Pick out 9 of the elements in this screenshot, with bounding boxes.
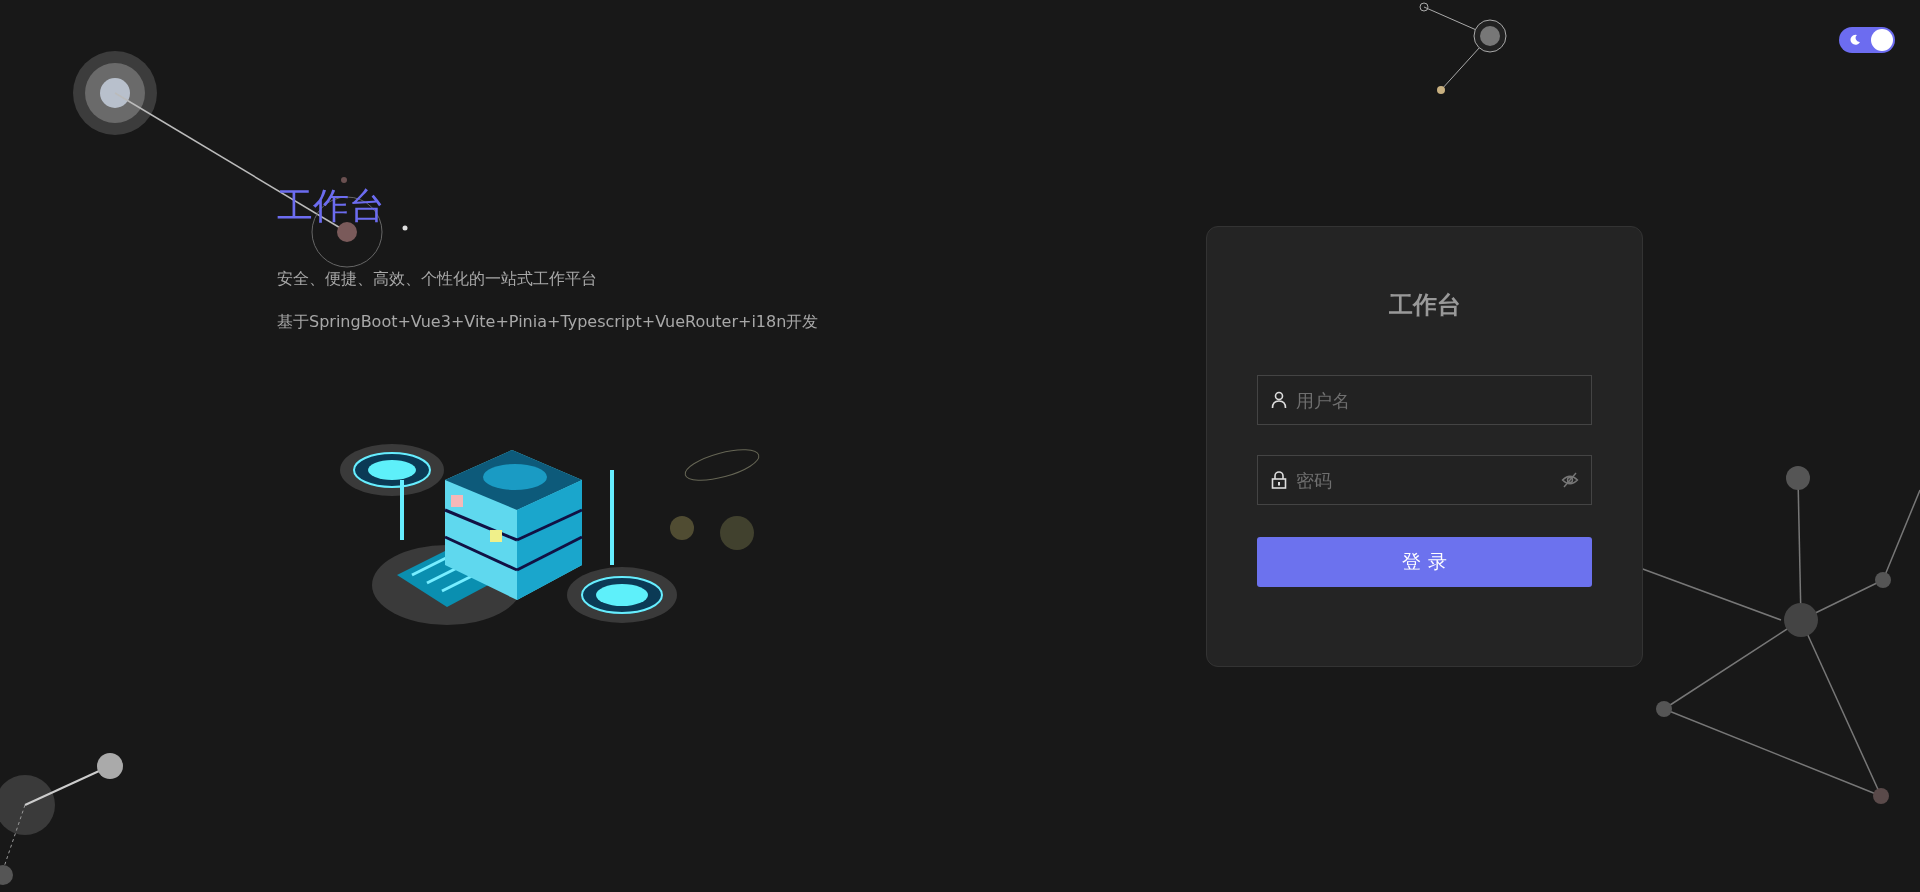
username-field[interactable]: 用户名: [1257, 375, 1592, 425]
tagline: 安全、便捷、高效、个性化的一站式工作平台: [277, 269, 597, 290]
moon-icon: [1849, 34, 1861, 46]
tech-stack-text: 基于SpringBoot+Vue3+Vite+Pinia+Typescript+VueRouter+i18n开发: [277, 312, 819, 333]
eye-off-icon[interactable]: [1561, 471, 1579, 489]
theme-toggle[interactable]: [1839, 27, 1895, 53]
login-button[interactable]: 登 录: [1257, 537, 1592, 587]
password-field[interactable]: 密码: [1257, 455, 1592, 505]
login-title: 工作台: [1388, 290, 1461, 321]
